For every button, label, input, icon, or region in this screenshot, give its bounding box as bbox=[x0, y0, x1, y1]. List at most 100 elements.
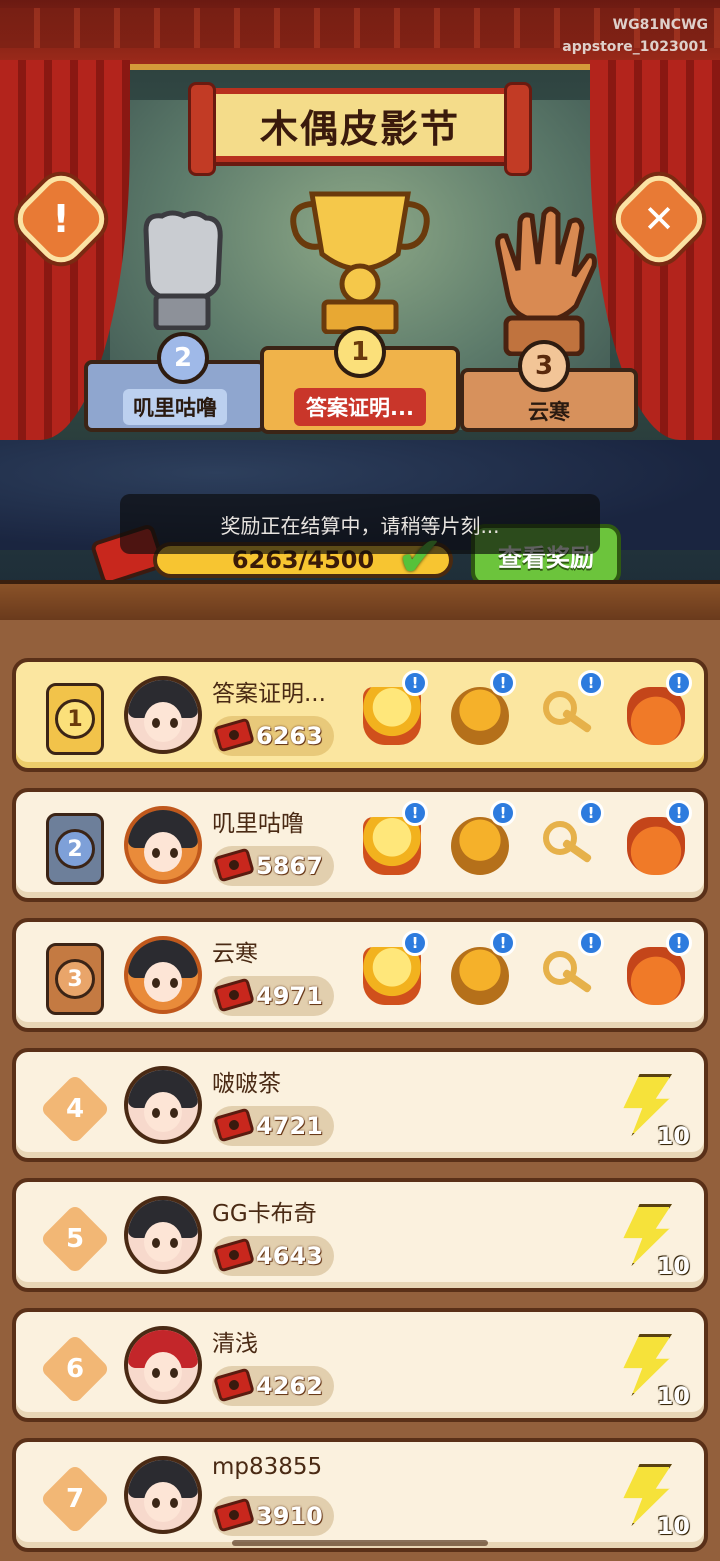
energy-count: 10 bbox=[656, 1122, 690, 1150]
score-value: 4262 bbox=[256, 1372, 323, 1400]
leaderboard-row[interactable]: 1 答案证明... 6263 ! ! ! ! bbox=[12, 658, 708, 772]
podium-first-name: 答案证明... bbox=[294, 388, 426, 426]
leaderboard-row[interactable]: 4 啵啵茶 4721 10 bbox=[12, 1048, 708, 1162]
player-name: 云寒 bbox=[212, 941, 258, 967]
info-badge-icon: ! bbox=[490, 930, 516, 956]
info-badge-icon: ! bbox=[666, 670, 692, 696]
player-name: GG卡布奇 bbox=[212, 1201, 317, 1227]
avatar[interactable] bbox=[124, 1066, 202, 1144]
reward-bag[interactable]: ! bbox=[616, 800, 696, 886]
player-name: 叽里咕噜 bbox=[212, 811, 304, 837]
reward-basket[interactable]: ! bbox=[440, 800, 520, 886]
silver-fist-icon: 2 bbox=[46, 813, 104, 885]
rank-number: 2 bbox=[55, 829, 95, 869]
leaderboard-row[interactable]: 5 GG卡布奇 4643 10 bbox=[12, 1178, 708, 1292]
reward-items: ! ! ! ! bbox=[352, 670, 702, 762]
reward-items: ! ! ! ! bbox=[352, 930, 702, 1022]
reward-bag[interactable]: ! bbox=[616, 930, 696, 1016]
title-banner: 木偶皮影节 bbox=[188, 82, 532, 176]
home-indicator[interactable] bbox=[232, 1540, 488, 1546]
rank-badge: 6 bbox=[39, 1333, 111, 1405]
avatar-eye bbox=[170, 1108, 178, 1118]
leaderboard-row[interactable]: 3 云寒 4971 ! ! ! ! bbox=[12, 918, 708, 1032]
score-pill: 4971 bbox=[212, 976, 334, 1016]
avatar[interactable] bbox=[124, 676, 202, 754]
info-badge-icon: ! bbox=[578, 800, 604, 826]
rank-diamond-icon: 5 bbox=[39, 1203, 111, 1275]
info-badge-icon: ! bbox=[578, 670, 604, 696]
stage-rail bbox=[0, 580, 720, 620]
avatar[interactable] bbox=[124, 1196, 202, 1274]
leaderboard-row[interactable]: 7 mp83855 3910 10 bbox=[12, 1438, 708, 1552]
info-badge-icon: ! bbox=[666, 930, 692, 956]
ticket-icon bbox=[213, 717, 255, 753]
energy-reward[interactable]: 10 bbox=[610, 1200, 690, 1280]
info-badge-icon: ! bbox=[490, 670, 516, 696]
reward-bag[interactable]: ! bbox=[616, 670, 696, 756]
player-name: 清浅 bbox=[212, 1331, 258, 1357]
leaderboard-row[interactable]: 2 叽里咕噜 5867 ! ! ! ! bbox=[12, 788, 708, 902]
podium-third-rank: 3 bbox=[518, 340, 570, 392]
rank-badge: 7 bbox=[39, 1463, 111, 1535]
energy-reward[interactable]: 10 bbox=[610, 1460, 690, 1540]
energy-count: 10 bbox=[656, 1382, 690, 1410]
energy-reward[interactable]: 10 bbox=[610, 1070, 690, 1150]
energy-count: 10 bbox=[656, 1252, 690, 1280]
reward-basket[interactable]: ! bbox=[440, 670, 520, 756]
page-title: 木偶皮影节 bbox=[259, 106, 460, 151]
avatar-eye bbox=[152, 1368, 160, 1378]
avatar-eye bbox=[152, 848, 160, 858]
rank-medal-gold: 1 bbox=[40, 683, 110, 755]
ticket-icon bbox=[213, 1497, 255, 1533]
leaderboard-list[interactable]: 1 答案证明... 6263 ! ! ! ! 2 叽里咕噜 5867 ! ! !… bbox=[0, 620, 720, 1561]
score-value: 4721 bbox=[256, 1112, 323, 1140]
player-name: mp83855 bbox=[212, 1454, 323, 1480]
ticket-icon bbox=[213, 1237, 255, 1273]
rank-number: 7 bbox=[65, 1484, 85, 1514]
energy-count: 10 bbox=[656, 1512, 690, 1540]
rank-medal-bronze: 3 bbox=[40, 943, 110, 1015]
info-badge-icon: ! bbox=[402, 930, 428, 956]
gold-trophy-icon bbox=[290, 191, 430, 334]
avatar[interactable] bbox=[124, 1326, 202, 1404]
watermark: WG81NCWG appstore_1023001 bbox=[562, 14, 708, 58]
avatar-eye bbox=[152, 978, 160, 988]
rank-badge: 4 bbox=[39, 1073, 111, 1145]
info-badge-icon: ! bbox=[402, 670, 428, 696]
leaderboard-row[interactable]: 6 清浅 4262 10 bbox=[12, 1308, 708, 1422]
podium-second-name: 叽里咕噜 bbox=[123, 389, 227, 425]
ticket-icon bbox=[213, 847, 255, 883]
avatar[interactable] bbox=[124, 1456, 202, 1534]
watermark-line2: appstore_1023001 bbox=[562, 39, 708, 55]
reward-key[interactable]: ! bbox=[528, 930, 608, 1016]
rank-number: 4 bbox=[65, 1094, 85, 1124]
energy-reward[interactable]: 10 bbox=[610, 1330, 690, 1410]
reward-basket[interactable]: ! bbox=[440, 930, 520, 1016]
watermark-line1: WG81NCWG bbox=[612, 17, 708, 33]
avatar-eye bbox=[170, 1238, 178, 1248]
score-value: 6263 bbox=[256, 722, 323, 750]
score-pill: 6263 bbox=[212, 716, 334, 756]
gold-trophy-icon: 1 bbox=[46, 683, 104, 755]
avatar[interactable] bbox=[124, 936, 202, 1014]
avatar-eye bbox=[170, 718, 178, 728]
avatar-eye bbox=[152, 1108, 160, 1118]
reward-gold-pile[interactable]: ! bbox=[352, 670, 432, 756]
avatar-eye bbox=[170, 848, 178, 858]
bronze-hand-icon bbox=[495, 206, 597, 356]
rank-number: 1 bbox=[55, 699, 95, 739]
rank-diamond-icon: 6 bbox=[39, 1333, 111, 1405]
reward-key[interactable]: ! bbox=[528, 670, 608, 756]
avatar[interactable] bbox=[124, 806, 202, 884]
reward-gold-pile[interactable]: ! bbox=[352, 930, 432, 1016]
avatar-eye bbox=[170, 1498, 178, 1508]
reward-gold-pile[interactable]: ! bbox=[352, 800, 432, 886]
player-name: 答案证明... bbox=[212, 681, 326, 707]
score-value: 3910 bbox=[256, 1502, 323, 1530]
ticket-icon bbox=[213, 977, 255, 1013]
info-badge-icon: ! bbox=[490, 800, 516, 826]
rank-medal-silver: 2 bbox=[40, 813, 110, 885]
reward-key[interactable]: ! bbox=[528, 800, 608, 886]
info-badge-icon: ! bbox=[578, 930, 604, 956]
info-badge-icon: ! bbox=[666, 800, 692, 826]
